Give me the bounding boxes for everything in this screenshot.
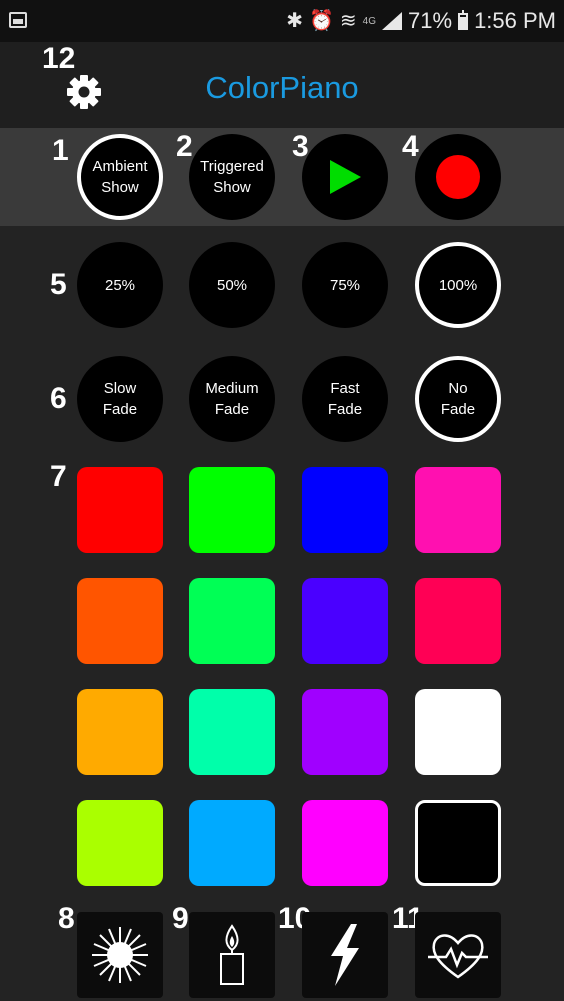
color-swatch[interactable] xyxy=(415,800,501,886)
color-swatch[interactable] xyxy=(77,689,163,775)
status-bar: ✱ ⏰ ≋ 4G 71% 1:56 PM xyxy=(0,0,564,42)
button-label: Show xyxy=(101,179,139,196)
fast-fade-button[interactable]: Fast Fade xyxy=(302,356,388,442)
brightness-25-button[interactable]: 25% xyxy=(77,242,163,328)
signal-icon xyxy=(382,12,403,30)
button-label: Fast xyxy=(330,380,360,397)
heartbeat-icon xyxy=(428,934,488,979)
button-label: Ambient xyxy=(92,158,148,175)
color-swatch[interactable] xyxy=(189,578,275,664)
color-swatch[interactable] xyxy=(415,689,501,775)
annotation-marker: 5 xyxy=(50,268,67,301)
color-swatch[interactable] xyxy=(189,467,275,553)
annotation-marker: 1 xyxy=(52,134,69,167)
color-swatch[interactable] xyxy=(77,578,163,664)
ambient-show-button[interactable]: Ambient Show xyxy=(77,134,163,220)
button-label: Fade xyxy=(327,401,363,418)
color-swatch[interactable] xyxy=(415,578,501,664)
annotation-marker: 6 xyxy=(50,382,67,415)
color-swatch[interactable] xyxy=(302,800,388,886)
lightning-icon xyxy=(331,924,359,986)
slow-fade-button[interactable]: Slow Fade xyxy=(77,356,163,442)
button-label: 25% xyxy=(104,276,136,294)
button-label: 50% xyxy=(216,276,248,294)
annotation-marker: 8 xyxy=(58,902,75,935)
lightning-effect-button[interactable] xyxy=(302,912,388,998)
button-label: Fade xyxy=(102,401,138,418)
battery-percent: 71% xyxy=(408,8,453,33)
sunburst-effect-button[interactable] xyxy=(77,912,163,998)
button-label: Triggered xyxy=(200,158,264,175)
annotation-marker: 12 xyxy=(42,42,76,75)
button-label: No xyxy=(448,380,468,397)
record-icon xyxy=(436,155,480,199)
bluetooth-icon: ✱ xyxy=(286,10,303,32)
wifi-icon: ≋ xyxy=(339,10,357,32)
alarm-icon: ⏰ xyxy=(309,10,334,32)
triggered-show-button[interactable]: Triggered Show xyxy=(189,134,275,220)
color-swatch[interactable] xyxy=(77,467,163,553)
app-bar: ColorPiano xyxy=(0,42,564,128)
color-swatch[interactable] xyxy=(77,800,163,886)
status-icons: ✱ ⏰ ≋ 4G 71% 1:56 PM xyxy=(286,6,556,36)
button-label: 75% xyxy=(329,276,361,294)
sunburst-icon xyxy=(92,927,148,983)
color-swatch[interactable] xyxy=(302,578,388,664)
button-label: Show xyxy=(213,179,251,196)
play-icon xyxy=(330,160,361,194)
color-swatch[interactable] xyxy=(302,689,388,775)
button-label: Slow xyxy=(103,380,137,397)
color-swatch[interactable] xyxy=(302,467,388,553)
clock: 1:56 PM xyxy=(474,8,556,33)
annotation-marker: 2 xyxy=(176,130,193,163)
color-swatch[interactable] xyxy=(415,467,501,553)
brightness-50-button[interactable]: 50% xyxy=(189,242,275,328)
button-label: 100% xyxy=(438,276,478,294)
candle-effect-button[interactable] xyxy=(189,912,275,998)
gallery-icon xyxy=(9,12,27,28)
button-label: Medium xyxy=(205,380,259,397)
heartbeat-effect-button[interactable] xyxy=(415,912,501,998)
color-swatch[interactable] xyxy=(189,689,275,775)
gear-icon[interactable] xyxy=(66,74,102,110)
medium-fade-button[interactable]: Medium Fade xyxy=(189,356,275,442)
record-button[interactable] xyxy=(415,134,501,220)
color-swatch[interactable] xyxy=(189,800,275,886)
annotation-marker: 4 xyxy=(402,130,419,163)
battery-icon xyxy=(458,9,469,30)
annotation-marker: 9 xyxy=(172,902,189,935)
no-fade-button[interactable]: No Fade xyxy=(415,356,501,442)
candle-icon xyxy=(220,924,244,985)
play-button[interactable] xyxy=(302,134,388,220)
network-type: 4G xyxy=(362,15,377,27)
annotation-marker: 7 xyxy=(50,460,67,493)
button-label: Fade xyxy=(214,401,250,418)
button-label: Fade xyxy=(440,401,476,418)
brightness-100-button[interactable]: 100% xyxy=(415,242,501,328)
brightness-75-button[interactable]: 75% xyxy=(302,242,388,328)
